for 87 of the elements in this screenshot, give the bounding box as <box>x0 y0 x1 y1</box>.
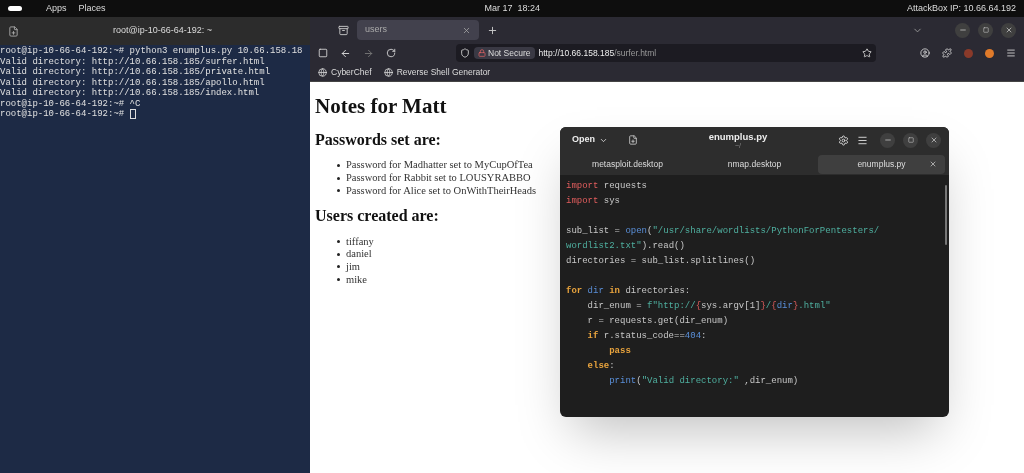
bullet-icon <box>337 265 340 269</box>
editor-tab[interactable]: nmap.desktop <box>691 154 818 174</box>
code-line: r = requests.get(dir_enum) <box>586 314 729 328</box>
ip-label: AttackBox IP: 10.66.64.192 <box>906 1 1016 15</box>
list-item: Password for Rabbit set to LOUSYRABBO <box>346 171 531 186</box>
extensions-icon[interactable] <box>942 48 952 58</box>
bookmark-link[interactable]: Reverse Shell Generator <box>396 65 491 79</box>
close-icon <box>1004 26 1013 34</box>
insecure-lock-icon <box>478 49 486 57</box>
sidebar-icon[interactable] <box>318 48 328 58</box>
section-heading: Users created are: <box>315 207 439 226</box>
shield-icon <box>460 48 470 58</box>
top-bar-menu[interactable]: Places <box>78 1 106 16</box>
close-icon <box>929 136 938 144</box>
bullet-icon <box>337 189 340 193</box>
code-line: if r.status_code==404: <box>586 329 707 343</box>
code-line: wordlist2.txt").read() <box>566 239 685 253</box>
account-icon[interactable] <box>920 48 930 58</box>
list-item: Password for Alice set to OnWithTheirHeads <box>346 183 536 198</box>
maximize-button[interactable] <box>903 132 918 148</box>
terminal-line: Valid directory: http://10.66.158.185/private.html <box>0 67 271 78</box>
list-item: Password for Madhatter set to MyCupOfTea <box>346 158 533 173</box>
menu-icon[interactable] <box>857 134 868 146</box>
list-item: mike <box>346 272 367 287</box>
close-button[interactable] <box>926 132 941 148</box>
open-button[interactable]: Open <box>568 133 612 147</box>
globe-icon <box>318 67 327 77</box>
code-line: pass <box>608 344 631 358</box>
maximize-icon <box>982 27 989 33</box>
terminal-line: Valid directory: http://10.66.158.185/index.html <box>0 88 260 99</box>
code-line: directories = sub_list.splitlines() <box>566 254 756 268</box>
back-icon[interactable] <box>340 47 351 59</box>
terminal-line: root@ip-10-66-64-192:~# ^C <box>0 98 141 109</box>
close-icon[interactable] <box>929 160 937 168</box>
code-line: print("Valid directory:" ,dir_enum) <box>608 374 799 388</box>
reload-icon[interactable] <box>386 48 396 58</box>
code-line: else: <box>586 359 615 373</box>
clock[interactable]: Mar 17 18:24 <box>484 1 540 16</box>
section-heading: Passwords set are: <box>315 131 441 149</box>
terminal-line: root@ip-10-66-64-192:~# python3 enumplus.py 10.66.158.18 <box>0 46 303 57</box>
maximize-button[interactable] <box>978 22 993 38</box>
editor-tab[interactable]: metasploit.desktop <box>564 154 691 174</box>
bullet-icon <box>337 163 340 167</box>
new-tab-icon[interactable] <box>487 24 498 36</box>
minimize-icon <box>958 26 967 34</box>
forward-icon[interactable] <box>363 47 374 59</box>
close-icon[interactable] <box>462 25 471 35</box>
bullet-icon <box>337 239 340 243</box>
code-line: dir_enum = f"http://{sys.argv[1]}/{dir}.html" <box>586 299 831 313</box>
browser-tab[interactable]: users <box>357 20 479 40</box>
terminal-line: Valid directory: http://10.66.158.185/surfer.html <box>0 56 265 67</box>
bullet-icon <box>337 176 340 180</box>
code-line: for dir in directories: <box>566 284 691 298</box>
bookmark-star-icon[interactable] <box>862 48 872 58</box>
new-tab-icon[interactable] <box>8 25 19 37</box>
code-line: import sys <box>566 194 620 208</box>
editor-title: enumplus.py <box>708 130 768 142</box>
code-line: sub_list = open("/usr/share/wordlists/PythonForPentesters/ <box>566 224 880 238</box>
url-field[interactable]: Not Secure http://10.66.158.185/surfer.html <box>456 44 876 62</box>
terminal-title: root@ip-10-66-64-192: ~ <box>113 24 212 38</box>
maximize-icon <box>907 137 914 143</box>
scrollbar[interactable] <box>945 185 947 245</box>
code-line: import requests <box>566 179 647 193</box>
top-bar-menu[interactable]: Apps <box>46 1 67 16</box>
list-item: daniel <box>346 247 372 262</box>
terminal-line: Valid directory: http://10.66.158.185/apollo.html <box>0 77 265 88</box>
bookmark-link[interactable]: CyberChef <box>331 65 372 79</box>
globe-icon <box>383 67 393 77</box>
list-item: tiffany <box>346 234 374 249</box>
new-tab-icon[interactable] <box>628 135 638 145</box>
url-text: http://10.66.158.185/surfer.html <box>538 46 658 60</box>
minimize-button[interactable] <box>880 132 895 148</box>
terminal-line: root@ip-10-66-64-192:~# <box>0 109 126 120</box>
list-item: jim <box>346 259 360 274</box>
bullet-icon <box>337 252 340 256</box>
security-label[interactable]: Not Secure <box>474 46 535 60</box>
menu-icon[interactable] <box>1006 48 1016 58</box>
close-button[interactable] <box>1001 22 1016 38</box>
editor-tab[interactable]: enumplus.py <box>818 154 945 174</box>
bullet-icon <box>337 277 340 281</box>
activities-indicator[interactable] <box>8 6 22 11</box>
page-title: Notes for Matt <box>315 94 448 118</box>
minimize-icon <box>883 136 892 144</box>
extension-icon[interactable] <box>985 48 994 58</box>
minimize-button[interactable] <box>955 22 970 38</box>
tab-overview-icon[interactable] <box>338 24 349 36</box>
settings-icon[interactable] <box>838 134 849 146</box>
